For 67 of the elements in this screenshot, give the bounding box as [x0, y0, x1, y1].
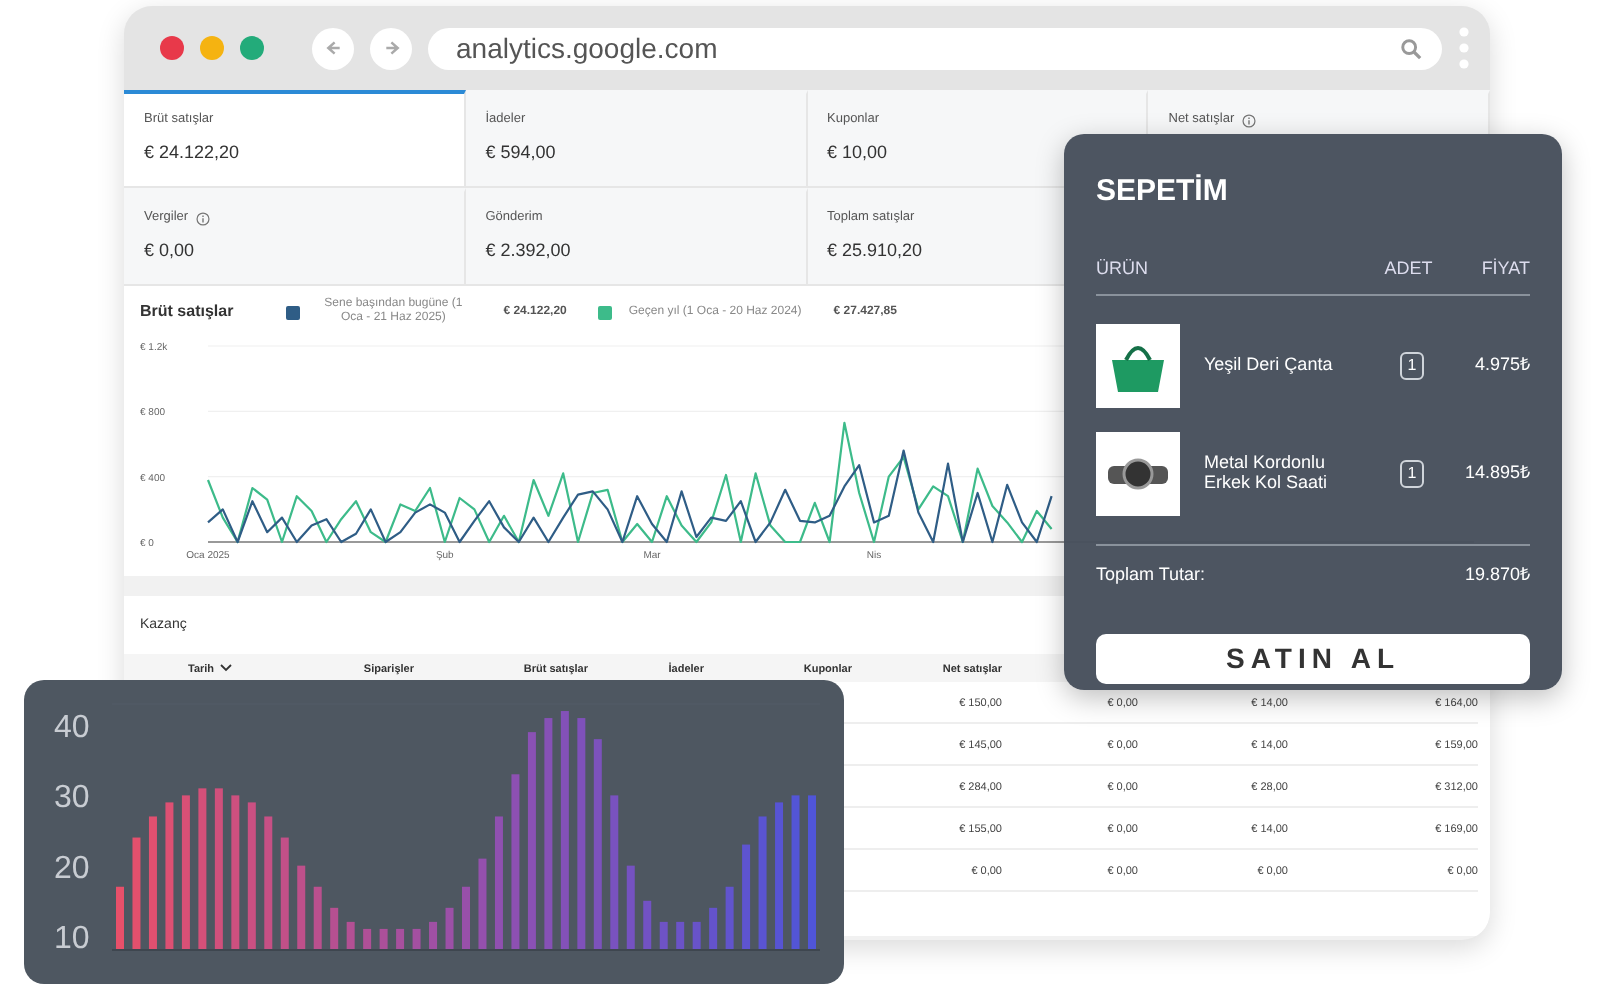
- forward-button[interactable]: [370, 27, 412, 69]
- chart-bar: [297, 865, 306, 950]
- chart-bar: [280, 837, 289, 950]
- back-button[interactable]: [312, 27, 354, 69]
- arrow-left-icon: [321, 36, 345, 60]
- axis-label: 30: [54, 781, 90, 816]
- axis-label: 10: [54, 921, 90, 956]
- chevron-down-icon: [220, 664, 233, 673]
- search-icon: [1400, 37, 1422, 59]
- url-text: analytics.google.com: [456, 29, 720, 68]
- window-control-icon[interactable]: [240, 36, 264, 60]
- chart-bar: [445, 907, 454, 950]
- chart-bar: [626, 865, 635, 950]
- chart-bar: [494, 816, 503, 950]
- chart-bar: [643, 900, 652, 950]
- chart-bar: [346, 921, 355, 950]
- axis-label: 20: [54, 851, 90, 886]
- legend-checkbox[interactable]: [598, 305, 613, 320]
- quantity-value: 1: [1399, 352, 1425, 380]
- metric-value: € 25.910,20: [827, 241, 925, 259]
- chart-bar: [659, 921, 668, 950]
- chart-bar: [692, 921, 701, 950]
- quantity-value: 1: [1399, 460, 1425, 488]
- chart-bar: [379, 928, 388, 950]
- legend-checkbox[interactable]: [285, 305, 300, 320]
- axis-label: 40: [54, 711, 90, 746]
- info-icon: [196, 212, 211, 226]
- column-header: FİYAT: [1479, 255, 1530, 281]
- chart-bar: [396, 928, 405, 950]
- chart-bar: [478, 858, 487, 950]
- metric-value: € 24.122,20: [144, 143, 242, 161]
- chart-bar: [412, 928, 421, 950]
- chart-bar: [725, 886, 734, 950]
- chart-bar: [429, 921, 438, 950]
- product-name: Yeşil Deri Çanta: [1204, 356, 1335, 376]
- chart-bar: [462, 886, 470, 950]
- chart-bar: [709, 907, 718, 950]
- menu-icon[interactable]: [1458, 26, 1470, 70]
- chart-bar: [132, 837, 141, 950]
- window-control-icon[interactable]: [160, 36, 184, 60]
- chart-bar: [742, 844, 751, 950]
- chart-bar: [330, 907, 339, 950]
- product-price: 4.975₺: [1472, 352, 1530, 379]
- buy-button[interactable]: SATIN AL: [1096, 633, 1530, 683]
- info-icon: [1242, 114, 1257, 128]
- product-name: Metal Kordonlu Erkek Kol Saati: [1204, 454, 1330, 494]
- column-header: ADET: [1382, 255, 1435, 281]
- chart-bar: [116, 886, 124, 950]
- total-value: 19.870₺: [1464, 562, 1530, 588]
- metric-value: € 0,00: [144, 242, 197, 260]
- chart-bar: [758, 816, 767, 950]
- chart-bar: [676, 921, 685, 950]
- product-price: 14.895₺: [1462, 460, 1530, 487]
- chart-title: Brüt satışlar: [140, 300, 234, 325]
- window-control-icon[interactable]: [200, 36, 224, 60]
- metric-value: € 594,00: [485, 143, 558, 161]
- column-header: ÜRÜN: [1096, 255, 1150, 281]
- metric-value: € 10,00: [827, 143, 890, 161]
- chart-bar: [313, 886, 322, 950]
- address-bar[interactable]: analytics.google.com: [428, 27, 1442, 69]
- total-label: Toplam Tutar:: [1096, 562, 1206, 588]
- product-photo-placeholder: [1096, 324, 1180, 408]
- chart-bar: [148, 816, 157, 950]
- chart-bar: [264, 816, 273, 950]
- product-photo-placeholder: [1096, 432, 1180, 516]
- metric-value: € 2.392,00: [485, 241, 573, 259]
- chart-bar: [363, 928, 372, 950]
